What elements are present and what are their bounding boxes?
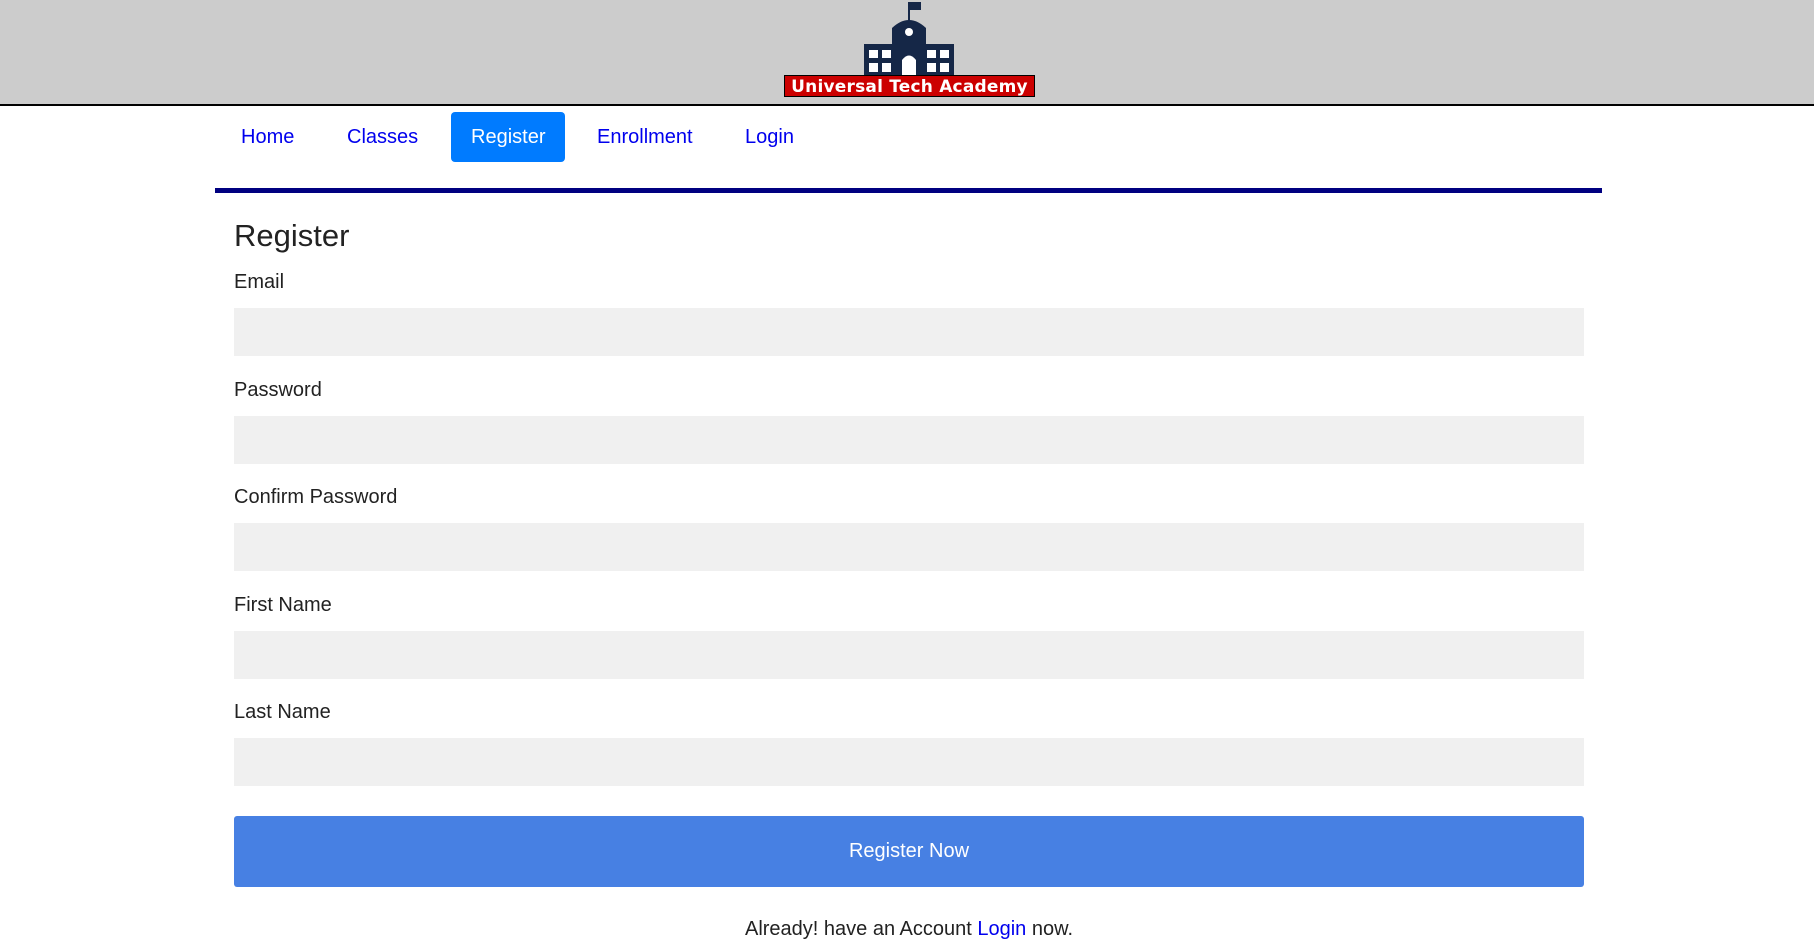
main-nav: Home Classes Register Enrollment Login	[215, 106, 1602, 193]
password-label: Password	[234, 379, 322, 401]
last-name-label: Last Name	[234, 701, 331, 723]
first-name-field[interactable]	[234, 631, 1584, 679]
last-name-field[interactable]	[234, 738, 1584, 786]
login-prompt: Already! have an Account Login now.	[234, 918, 1584, 941]
password-field[interactable]	[234, 416, 1584, 464]
register-now-button[interactable]: Register Now	[234, 816, 1584, 887]
first-name-label: First Name	[234, 594, 332, 616]
page-title: Register	[234, 218, 350, 253]
nav-item-login[interactable]: Login	[725, 112, 814, 162]
logo-text: Universal Tech Academy	[784, 75, 1035, 97]
nav-item-classes[interactable]: Classes	[327, 112, 438, 162]
nav-item-register[interactable]: Register	[451, 112, 566, 162]
email-label: Email	[234, 271, 285, 293]
confirm-password-field[interactable]	[234, 523, 1584, 571]
site-logo[interactable]: Universal Tech Academy	[784, 0, 1035, 98]
nav-item-enrollment[interactable]: Enrollment	[577, 112, 713, 162]
site-header: Universal Tech Academy	[0, 0, 1814, 106]
school-building-icon	[864, 2, 954, 75]
email-field[interactable]	[234, 308, 1584, 356]
confirm-password-label: Confirm Password	[234, 486, 398, 508]
nav-item-home[interactable]: Home	[221, 112, 314, 162]
